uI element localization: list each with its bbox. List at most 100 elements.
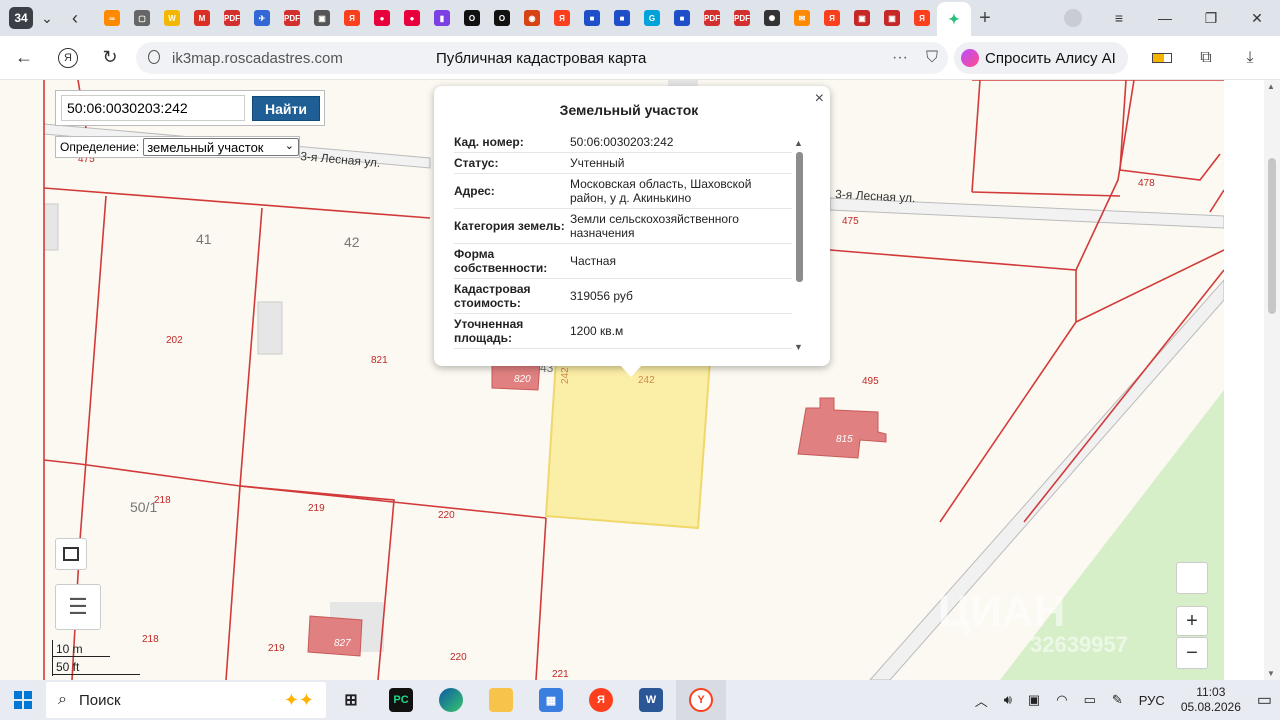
ask-alice-button[interactable]: Спросить Алису AI [954,42,1128,74]
popup-scroll-up-icon[interactable]: ▲ [794,138,803,148]
yandex-app-icon[interactable]: Я [576,680,626,720]
tab-5[interactable]: ✈ [247,3,277,33]
taskbar-search[interactable]: ⌕ Поиск ✦✦ [46,682,326,718]
tab-14[interactable]: ◉ [517,3,547,33]
tab-16[interactable]: ■ [577,3,607,33]
minimize-button[interactable]: — [1142,0,1188,36]
parcel-label: 219 [308,503,325,514]
yandex-logo-icon[interactable]: Я [50,40,86,76]
tab-count-badge[interactable]: 34 [9,7,33,29]
date: 05.08.2026 [1180,700,1241,714]
scroll-up-icon[interactable]: ▲ [1267,82,1275,91]
red-square-favicon: ▣ [854,10,870,26]
ring-favicon: O [464,10,480,26]
new-tab-button[interactable]: + [971,4,999,32]
film-favicon: ▣ [314,10,330,26]
tab-22[interactable]: ✺ [757,3,787,33]
zoom-out-button[interactable]: − [1176,637,1208,669]
page-scrollbar[interactable]: ▲ ▼ [1264,80,1280,680]
tab-4[interactable]: PDF [217,3,247,33]
tab-27[interactable]: Я [907,3,937,33]
selected-parcel-242 [544,359,712,530]
bookmark-icon[interactable]: ⛉ [926,49,938,67]
active-tab[interactable]: ✦ [937,2,971,36]
popup-scrollbar[interactable]: ▲ ▼ [794,138,806,352]
tab-23[interactable]: ✉ [787,3,817,33]
tab-10[interactable]: ● [397,3,427,33]
battery-tray-icon[interactable]: ▭ [1076,680,1104,720]
tab-24[interactable]: Я [817,3,847,33]
tab-3[interactable]: M [187,3,217,33]
edge-icon[interactable] [426,680,476,720]
ruler-tool-button[interactable] [55,538,87,570]
pycharm-icon[interactable]: PC [376,680,426,720]
close-icon[interactable]: × [815,90,824,108]
language-indicator[interactable]: РУС [1131,680,1173,720]
tabs-dropdown-icon[interactable]: ⌄ [33,4,61,32]
find-button[interactable]: Найти [252,96,320,121]
fullscreen-button[interactable] [1176,562,1208,594]
wifi-icon[interactable]: ◠ [1048,680,1075,720]
scroll-down-icon[interactable]: ▼ [1267,669,1275,678]
menu-icon[interactable]: ≡ [1096,0,1142,36]
tab-6[interactable]: PDF [277,3,307,33]
battery-icon[interactable] [1140,42,1184,74]
tab-12[interactable]: O [457,3,487,33]
pdf-favicon: PDF [284,10,300,26]
pdf-favicon: PDF [734,10,750,26]
tab-15[interactable]: Я [547,3,577,33]
tab-1[interactable]: ▢ [127,3,157,33]
display-icon[interactable]: ▣ [1020,680,1048,720]
parcel-label: 218 [142,634,159,645]
chevron-up-icon[interactable]: ︿ [967,680,996,720]
volume-icon[interactable]: 🔊︎ [996,680,1020,720]
close-window-button[interactable]: ✕ [1234,0,1280,36]
yandex-browser-icon[interactable]: Y [676,680,726,720]
scale-bar-m [52,656,110,657]
more-icon[interactable]: ··· [892,49,908,67]
popup-scroll-thumb[interactable] [796,152,803,282]
notifications-icon[interactable]: ▭ [1249,680,1280,720]
reload-icon[interactable]: ↻ [92,40,128,76]
tab-11[interactable]: ▮ [427,3,457,33]
tab-20[interactable]: PDF [697,3,727,33]
scrollbar-thumb[interactable] [1268,158,1276,314]
parcel-label: 220 [438,510,455,521]
clock[interactable]: 11:03 05.08.2026 [1173,680,1249,720]
restore-button[interactable]: ❐ [1188,0,1234,36]
task-view-icon[interactable]: ⊞ [326,680,376,720]
explorer-icon[interactable] [476,680,526,720]
cadastral-search-input[interactable] [61,95,245,121]
popup-title: Земельный участок [559,102,699,118]
back-tab-icon[interactable]: ‹ [61,4,89,32]
parcel-label: 220 [450,652,467,663]
property-value: 1200 кв.м [570,324,624,338]
store-icon[interactable]: ▦ [526,680,576,720]
avatar-favicon: ◉ [524,10,540,26]
download-icon[interactable]: ⤓ [1228,42,1272,74]
popup-scroll-down-icon[interactable]: ▼ [794,342,803,352]
tab-26[interactable]: ▣ [877,3,907,33]
back-icon[interactable]: ← [6,40,42,76]
tab-9[interactable]: ● [367,3,397,33]
url-bar[interactable]: ik3map.roscadastres.com Публичная кадаст… [136,42,948,74]
word-icon[interactable]: W [626,680,676,720]
tab-18[interactable]: G [637,3,667,33]
tab-21[interactable]: PDF [727,3,757,33]
tab-19[interactable]: ■ [667,3,697,33]
zoom-in-button[interactable]: + [1176,606,1208,636]
layers-button[interactable]: ☰ [55,584,101,630]
tab-7[interactable]: ▣ [307,3,337,33]
pen-icon[interactable]: ✎ [1104,680,1131,720]
tab-17[interactable]: ■ [607,3,637,33]
start-button[interactable] [0,680,46,720]
profile-icon[interactable] [1050,0,1096,36]
tab-8[interactable]: Я [337,3,367,33]
tab-13[interactable]: O [487,3,517,33]
definition-select[interactable]: земельный участок ⌄ [143,138,299,156]
page-title: Публичная кадастровая карта [436,49,647,67]
tab-25[interactable]: ▣ [847,3,877,33]
tab-0[interactable]: ∞ [97,3,127,33]
extensions-icon[interactable]: ⧉ [1184,42,1228,74]
tab-2[interactable]: W [157,3,187,33]
